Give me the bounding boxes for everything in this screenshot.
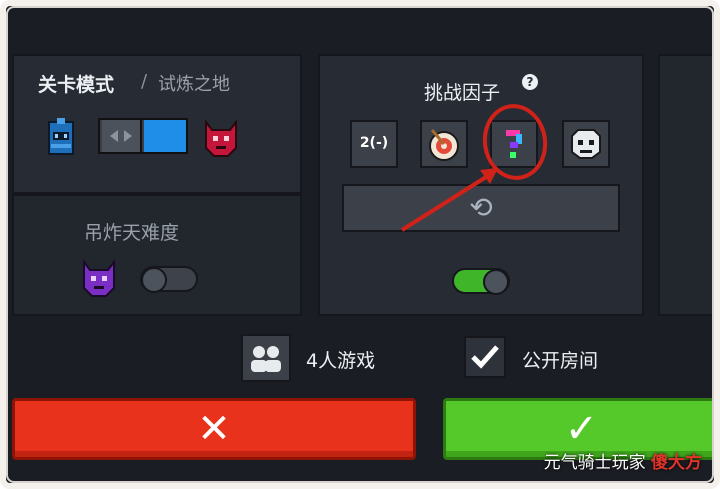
challenge-factors-panel: 挑战因子 ? 2(-) ⟲	[318, 54, 644, 316]
help-icon[interactable]: ?	[522, 74, 538, 90]
toggle-knob	[141, 267, 167, 293]
public-room-label: 公开房间	[522, 350, 599, 372]
skull-monster-icon	[571, 129, 601, 159]
group-icon	[251, 346, 281, 372]
arrow-right-icon	[124, 130, 132, 142]
toggle-knob	[483, 269, 509, 295]
mode-slider-fill	[144, 120, 186, 152]
arrow-left-icon	[110, 130, 118, 142]
four-player-button[interactable]	[241, 334, 291, 382]
refresh-factors-button[interactable]: ⟲	[342, 184, 620, 232]
factor-slot-4[interactable]	[562, 120, 610, 168]
challenge-toggle[interactable]	[452, 268, 510, 295]
difficulty-toggle[interactable]	[140, 266, 198, 293]
mode-slider-handle[interactable]	[102, 120, 142, 152]
title-separator: /	[141, 71, 148, 92]
red-demon-icon	[205, 119, 237, 157]
difficulty-panel: 吊炸天难度	[12, 194, 302, 316]
cancel-button[interactable]: ✕	[12, 398, 416, 460]
factor-slot-2[interactable]	[420, 120, 468, 168]
four-player-label: 4人游戏	[306, 350, 376, 372]
close-icon: ✕	[197, 406, 231, 452]
level-mode-subtitle: 试炼之地	[158, 74, 230, 95]
game-screen: 关卡模式 / 试炼之地 吊炸天难度 挑战因子 ? 2(-) ⟲ 4人游戏 公开房…	[0, 0, 720, 489]
watermark: 元气骑士玩家 傻大方	[544, 448, 702, 473]
refresh-icon: ⟲	[469, 191, 493, 224]
public-room-checkbox[interactable]	[464, 336, 506, 378]
knight-icon	[48, 118, 74, 155]
side-panel	[658, 54, 714, 316]
difficulty-title: 吊炸天难度	[84, 222, 180, 244]
challenge-title: 挑战因子	[424, 82, 501, 104]
level-mode-title: 关卡模式	[38, 74, 115, 96]
checkmark-icon	[471, 345, 499, 369]
watermark-brand: 傻大方	[651, 453, 702, 473]
level-mode-panel: 关卡模式 / 试炼之地	[12, 54, 302, 194]
purple-demon-icon	[83, 259, 115, 297]
factor-slot-1[interactable]: 2(-)	[350, 120, 398, 168]
factor-label: 2(-)	[359, 135, 389, 151]
check-icon: ✓	[564, 406, 599, 452]
target-icon	[429, 129, 459, 161]
watermark-text: 元气骑士玩家	[543, 453, 646, 473]
